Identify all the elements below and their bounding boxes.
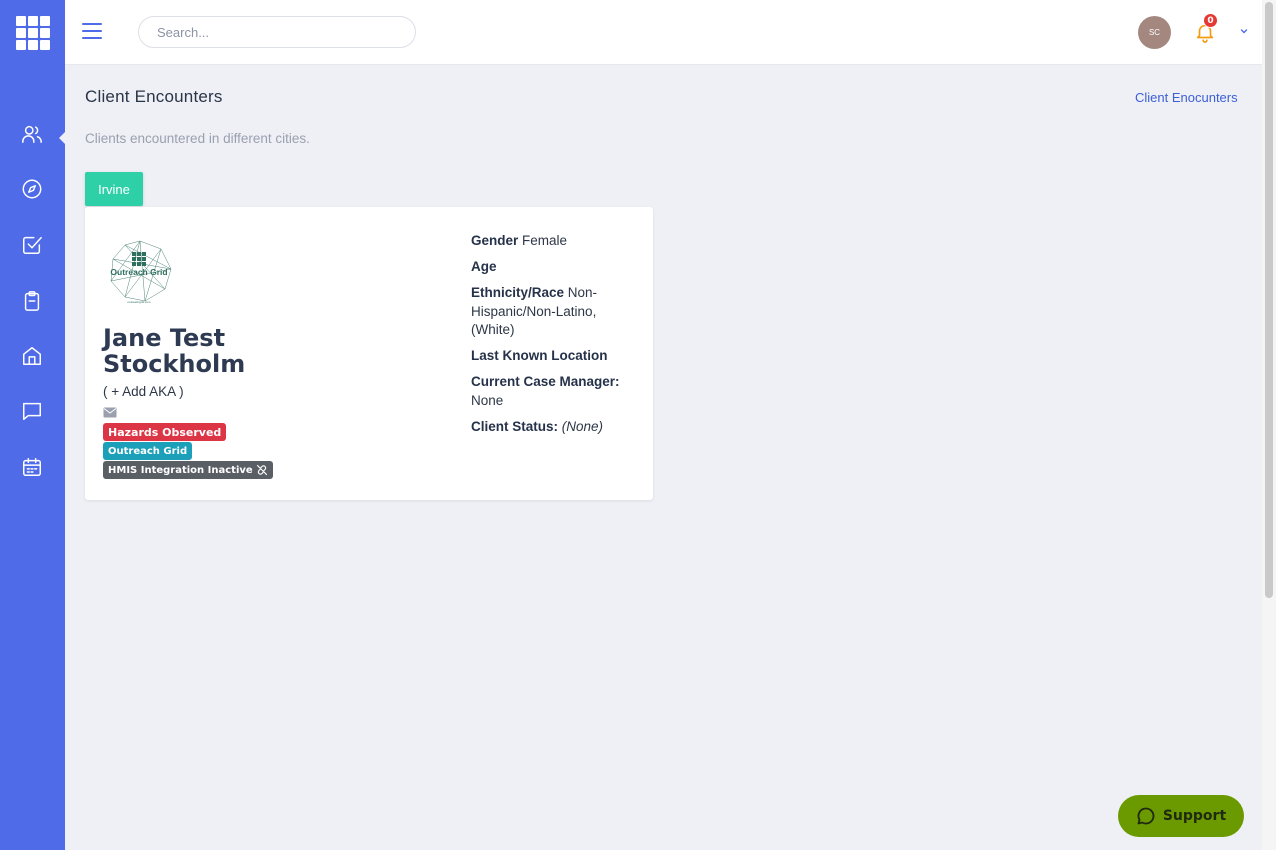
menu-toggle-icon[interactable]	[82, 23, 102, 39]
client-status-row: Client Status: (None)	[471, 418, 631, 437]
gender-row: Gender Female	[471, 232, 631, 251]
ethnicity-label: Ethnicity/Race	[471, 285, 565, 300]
client-status-label: Client Status:	[471, 418, 559, 434]
support-button[interactable]: Support	[1118, 795, 1244, 837]
svg-text:outreachgrid.com: outreachgrid.com	[127, 300, 151, 304]
location-row: Last Known Location	[471, 347, 631, 366]
avatar[interactable]: SC	[1138, 16, 1171, 49]
case-manager-label: Current Case Manager:	[471, 374, 620, 389]
checkbox-icon[interactable]	[20, 233, 44, 257]
page-scrollbar[interactable]	[1262, 0, 1276, 850]
client-details: Gender Female Age Ethnicity/Race Non-His…	[471, 232, 631, 444]
page-subtitle: Clients encountered in different cities.	[85, 131, 310, 146]
tab-city-irvine[interactable]: Irvine	[85, 172, 143, 206]
organization-badge: Outreach Grid	[103, 442, 193, 460]
add-aka-link[interactable]: ( + Add AKA )	[103, 384, 184, 399]
message-icon[interactable]	[20, 399, 44, 423]
case-manager-row: Current Case Manager: None	[471, 373, 631, 410]
hmis-status-badge: HMIS Integration Inactive	[103, 461, 273, 479]
client-name[interactable]: Jane Test Stockholm	[103, 325, 303, 377]
client-card[interactable]: Outreach Grid outreachgrid.com Jane Test…	[85, 207, 653, 500]
active-indicator	[59, 131, 66, 145]
page-title: Client Encounters	[85, 87, 223, 106]
case-manager-value: None	[471, 392, 504, 408]
age-label: Age	[471, 259, 497, 274]
notification-badge: 0	[1203, 13, 1218, 28]
hazards-badge: Hazards Observed	[103, 423, 227, 441]
top-header: SC 0	[65, 0, 1262, 65]
compass-icon[interactable]	[20, 177, 44, 201]
breadcrumb-link[interactable]: Client Enocunters	[1135, 90, 1238, 105]
chat-bubble-icon	[1137, 807, 1155, 825]
support-label: Support	[1162, 808, 1227, 824]
users-icon[interactable]	[20, 122, 44, 146]
chevron-down-icon[interactable]	[1239, 26, 1249, 36]
outreach-grid-logo: Outreach Grid outreachgrid.com	[110, 240, 172, 304]
clipboard-icon[interactable]	[20, 289, 44, 313]
sidebar	[0, 0, 66, 850]
mail-icon[interactable]	[103, 407, 117, 418]
client-status-value: (None)	[561, 418, 604, 434]
search-input[interactable]	[138, 16, 416, 48]
calendar-icon[interactable]	[20, 455, 44, 479]
age-row: Age	[471, 258, 631, 277]
app-grid-icon[interactable]	[16, 16, 50, 50]
unlink-icon	[256, 464, 267, 476]
ethnicity-row: Ethnicity/Race Non-Hispanic/Non-Latino, …	[471, 284, 631, 340]
scrollbar-thumb[interactable]	[1265, 2, 1273, 598]
hmis-status-label: HMIS Integration Inactive	[108, 464, 253, 476]
svg-text:Outreach Grid: Outreach Grid	[110, 267, 167, 277]
location-label: Last Known Location	[471, 348, 608, 363]
home-icon[interactable]	[20, 344, 44, 368]
gender-label: Gender	[471, 233, 519, 248]
gender-value: Female	[522, 233, 568, 248]
